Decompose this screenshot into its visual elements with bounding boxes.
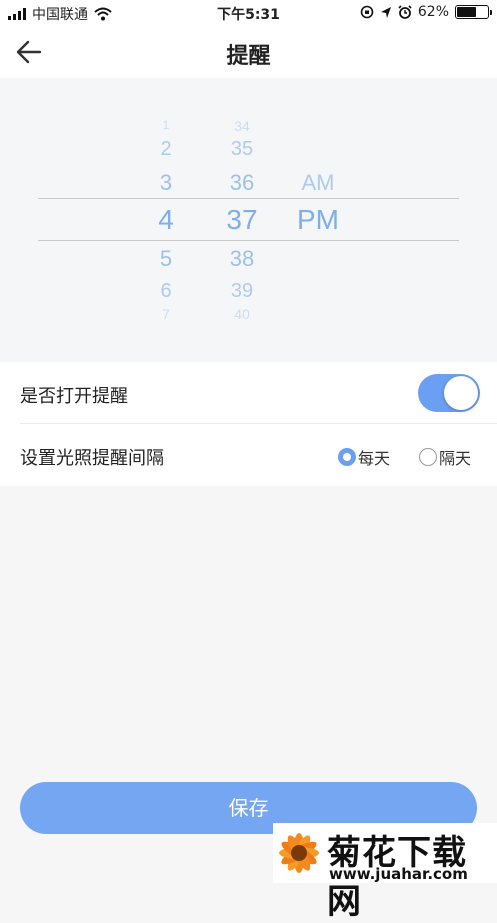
reminder-toggle-label: 是否打开提醒 bbox=[20, 386, 128, 407]
minute-option[interactable]: 34 bbox=[212, 118, 272, 134]
rotation-lock-icon bbox=[360, 5, 374, 19]
minute-option[interactable]: 35 bbox=[212, 138, 272, 161]
hour-option[interactable]: 2 bbox=[136, 138, 196, 161]
hour-option-selected[interactable]: 4 bbox=[136, 204, 196, 236]
minute-option[interactable]: 36 bbox=[212, 170, 272, 196]
minute-option[interactable]: 40 bbox=[212, 306, 272, 322]
radio-unchecked-icon bbox=[419, 448, 437, 466]
radio-daily-label: 每天 bbox=[358, 449, 391, 468]
flower-logo-icon bbox=[279, 833, 319, 873]
radio-daily[interactable]: 每天 bbox=[338, 445, 390, 469]
battery-percent: 62% bbox=[417, 4, 449, 20]
watermark-url: www.juahar.com bbox=[329, 865, 468, 883]
alarm-icon bbox=[398, 5, 412, 19]
page-title: 提醒 bbox=[226, 44, 271, 69]
radio-checked-icon bbox=[338, 448, 356, 466]
hour-option[interactable]: 1 bbox=[136, 118, 196, 132]
interval-label: 设置光照提醒间隔 bbox=[20, 448, 164, 469]
status-bar: 中国联通 下午5:31 62% bbox=[0, 0, 497, 26]
hour-option[interactable]: 3 bbox=[136, 170, 196, 196]
picker-selection-top-line bbox=[38, 198, 459, 199]
radio-every-other-day-label: 隔天 bbox=[439, 449, 472, 468]
location-icon bbox=[380, 6, 391, 18]
hour-option[interactable]: 7 bbox=[136, 306, 196, 322]
ampm-option[interactable]: AM bbox=[288, 170, 348, 196]
ampm-option-selected[interactable]: PM bbox=[288, 204, 348, 236]
hour-option[interactable]: 6 bbox=[136, 280, 196, 303]
hour-option[interactable]: 5 bbox=[136, 246, 196, 272]
picker-selection-bottom-line bbox=[38, 240, 459, 241]
minute-option[interactable]: 38 bbox=[212, 246, 272, 272]
watermark: 菊花下载网 www.juahar.com bbox=[273, 823, 497, 922]
time-picker[interactable]: 1 2 3 4 5 6 7 34 35 36 37 38 39 40 AM PM bbox=[0, 78, 497, 362]
reminder-toggle-switch[interactable] bbox=[418, 374, 480, 412]
battery-icon bbox=[455, 5, 492, 19]
radio-every-other-day[interactable]: 隔天 bbox=[419, 445, 471, 469]
nav-bar: 提醒 bbox=[0, 26, 497, 78]
minute-option-selected[interactable]: 37 bbox=[212, 204, 272, 236]
minute-option[interactable]: 39 bbox=[212, 280, 272, 303]
toggle-knob bbox=[444, 376, 478, 410]
